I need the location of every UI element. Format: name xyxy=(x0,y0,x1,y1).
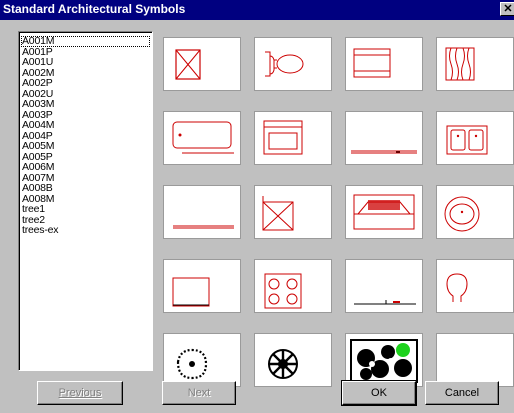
counter-line-short-icon xyxy=(173,225,234,229)
previous-button-label: Previous xyxy=(58,387,102,399)
next-button-label: Next xyxy=(187,387,211,399)
fireplace-icon xyxy=(353,194,415,230)
symbol-tile[interactable] xyxy=(436,185,514,239)
symbol-tile[interactable] xyxy=(345,259,423,313)
symbol-tile[interactable] xyxy=(163,333,241,387)
trees-example-icon xyxy=(350,339,418,383)
list-item-a006m[interactable]: A006M xyxy=(19,162,152,173)
symbol-tile[interactable] xyxy=(163,111,241,165)
double-sink-icon xyxy=(446,125,488,155)
cabinet-icon xyxy=(353,48,391,78)
list-item-a002p[interactable]: A002P xyxy=(19,78,152,89)
symbol-tile[interactable] xyxy=(254,111,332,165)
symbol-tile[interactable] xyxy=(163,37,241,91)
close-icon: ✕ xyxy=(503,3,513,15)
symbol-tile[interactable] xyxy=(345,111,423,165)
box-half-x-icon xyxy=(262,196,294,231)
symbol-tile[interactable] xyxy=(436,259,514,313)
symbol-tile[interactable] xyxy=(345,333,423,387)
list-item-a008b[interactable]: A008B xyxy=(19,183,152,194)
next-button[interactable]: Next xyxy=(162,381,236,405)
symbol-tile[interactable] xyxy=(254,259,332,313)
range-icon xyxy=(263,120,303,155)
symbol-tile[interactable] xyxy=(345,37,423,91)
bathtub-icon xyxy=(172,121,234,154)
box-with-x-icon xyxy=(175,49,201,80)
list-item-a001m[interactable]: A001M xyxy=(21,36,150,47)
shower-head-icon xyxy=(446,273,468,302)
tree-shrub-icon xyxy=(176,348,208,380)
window-title: Standard Architectural Symbols xyxy=(3,2,186,16)
symbol-tile[interactable] xyxy=(436,333,514,387)
counter-line-icon xyxy=(351,150,417,154)
symbol-listbox[interactable]: A001M A001P A001U A002M A002P A002U A003M A003P… xyxy=(18,31,153,371)
list-item-a001u[interactable]: A001U xyxy=(19,57,152,68)
list-item-trees-ex[interactable]: trees-ex xyxy=(19,225,152,236)
empty-slot xyxy=(437,334,513,386)
line-with-marker-icon xyxy=(354,300,416,305)
symbol-list: A001M A001P A001U A002M A002P A002U A003M A003P… xyxy=(19,32,152,236)
symbol-tile[interactable] xyxy=(254,333,332,387)
wood-grain-icon xyxy=(445,47,475,81)
list-item-tree1[interactable]: tree1 xyxy=(19,204,152,215)
round-sink-icon xyxy=(444,196,480,232)
ok-button-label: OK xyxy=(371,387,387,399)
previous-button[interactable]: Previous xyxy=(37,381,123,405)
symbol-tile[interactable] xyxy=(436,37,514,91)
toilet-icon xyxy=(265,51,304,77)
list-item-a005m[interactable]: A005M xyxy=(19,141,152,152)
ok-button[interactable]: OK xyxy=(341,380,417,406)
close-button[interactable]: ✕ xyxy=(500,2,514,16)
symbol-tile[interactable] xyxy=(345,185,423,239)
list-item-a003m[interactable]: A003M xyxy=(19,99,152,110)
symbol-tile[interactable] xyxy=(436,111,514,165)
symbol-tile[interactable] xyxy=(163,185,241,239)
cooktop-icon xyxy=(264,273,302,309)
symbol-tile[interactable] xyxy=(254,37,332,91)
cancel-button-label: Cancel xyxy=(444,387,480,399)
cancel-button[interactable]: Cancel xyxy=(425,381,499,405)
list-item-a004m[interactable]: A004M xyxy=(19,120,152,131)
refrigerator-icon xyxy=(172,277,210,307)
symbol-tile[interactable] xyxy=(163,259,241,313)
title-bar: Standard Architectural Symbols ✕ xyxy=(0,0,514,20)
tree-leafy-icon xyxy=(268,349,298,379)
symbol-tile[interactable] xyxy=(254,185,332,239)
